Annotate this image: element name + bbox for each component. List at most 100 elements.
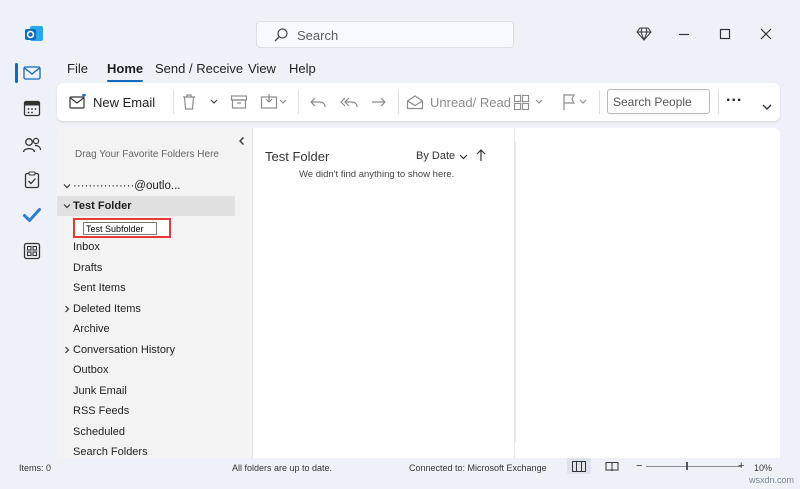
zoom-out-button[interactable]: − — [636, 460, 642, 472]
folder-scheduled[interactable]: Scheduled — [57, 422, 235, 442]
diamond-icon[interactable] — [636, 26, 652, 42]
chevron-right-icon[interactable] — [57, 305, 73, 313]
people-icon — [22, 137, 42, 153]
ribbon-separator — [298, 90, 299, 114]
sort-direction-arrow-icon[interactable] — [475, 148, 487, 162]
title-search-box[interactable] — [256, 21, 514, 48]
folder-junk-email[interactable]: Junk Email — [57, 381, 235, 401]
normal-view-button[interactable] — [567, 458, 591, 474]
reply-icon[interactable] — [309, 92, 327, 112]
ribbon-separator — [173, 90, 174, 114]
folder-label: Search Folders — [73, 446, 148, 458]
folder-label: Scheduled — [73, 426, 125, 438]
zoom-level: 10% — [754, 463, 773, 473]
folder-test-folder[interactable]: Test Folder — [57, 196, 235, 216]
chevron-down-icon[interactable] — [761, 97, 773, 117]
zoom-slider-thumb[interactable] — [686, 462, 688, 470]
folder-search-folders[interactable]: Search Folders — [57, 442, 235, 458]
flag-icon[interactable] — [561, 92, 591, 112]
collapse-pane-icon[interactable] — [237, 136, 247, 146]
more-options-button[interactable]: ... — [726, 87, 742, 107]
zoom-in-button[interactable]: + — [738, 460, 744, 472]
status-bar: Items: 0 All folders are up to date. Con… — [0, 458, 800, 489]
folder-label: RSS Feeds — [73, 405, 130, 417]
folder-label: Sent Items — [73, 282, 126, 294]
sort-by-label: By Date — [416, 150, 456, 162]
ribbon-separator — [599, 90, 600, 114]
chevron-down-icon[interactable] — [57, 202, 73, 210]
zoom-slider[interactable] — [646, 466, 741, 467]
folder-label: Archive — [73, 323, 110, 335]
minimize-icon[interactable] — [676, 26, 692, 42]
folder-pane: Drag Your Favorite Folders Here ········… — [57, 128, 252, 458]
folder-label: Conversation History — [73, 344, 176, 356]
unread-read-label: Unread/ Read — [430, 94, 511, 110]
folder-label: Inbox — [73, 241, 100, 253]
new-folder-name-input[interactable] — [83, 222, 157, 235]
new-email-label: New Email — [93, 94, 156, 110]
folder-label: Drafts — [73, 262, 103, 274]
message-list-title: Test Folder — [265, 149, 330, 164]
title-bar — [0, 0, 800, 58]
unread-read-button[interactable]: Unread/ Read — [406, 92, 511, 112]
nav-tasks[interactable] — [16, 166, 48, 194]
reading-view-icon — [605, 461, 619, 471]
reply-all-icon[interactable] — [339, 92, 359, 112]
rename-highlight — [73, 218, 171, 238]
new-email-button[interactable]: New Email — [69, 92, 155, 112]
account-row[interactable]: ················@outlo... — [57, 176, 235, 196]
forward-icon[interactable] — [370, 92, 388, 112]
empty-folder-message: We didn't find anything to show here. — [299, 169, 455, 180]
chevron-down-icon[interactable] — [209, 92, 219, 112]
move-icon[interactable] — [260, 92, 288, 112]
tab-home[interactable]: Home — [107, 61, 144, 82]
folder-deleted-items[interactable]: Deleted Items — [57, 299, 235, 319]
chevron-right-icon[interactable] — [57, 346, 73, 354]
sort-by-dropdown[interactable]: By Date — [416, 150, 468, 162]
calendar-icon — [23, 100, 41, 117]
main-panel: Drag Your Favorite Folders Here ········… — [57, 128, 780, 458]
watermark: wsxdn.com — [748, 475, 794, 485]
account-name: ················@outlo... — [73, 180, 181, 192]
nav-apps[interactable] — [16, 237, 48, 265]
ribbon-separator — [718, 90, 719, 114]
reading-view-button[interactable] — [600, 458, 624, 474]
folder-outbox[interactable]: Outbox — [57, 360, 235, 380]
tab-view[interactable]: View — [248, 61, 276, 76]
nav-mail[interactable] — [15, 59, 48, 87]
folder-label: Deleted Items — [73, 303, 141, 315]
tab-help[interactable]: Help — [289, 61, 316, 76]
folder-inbox[interactable]: Inbox — [57, 237, 235, 257]
folder-drafts[interactable]: Drafts — [57, 258, 235, 278]
tab-file[interactable]: File — [67, 61, 88, 76]
folder-label: Junk Email — [73, 385, 127, 397]
tasks-icon — [24, 171, 40, 189]
reading-pane — [516, 128, 780, 458]
search-icon — [274, 28, 288, 42]
folder-archive[interactable]: Archive — [57, 319, 235, 339]
sync-status: All folders are up to date. — [232, 463, 333, 473]
ribbon: New Email Unread/ Read Search People ... — [57, 83, 780, 121]
folder-sent-items[interactable]: Sent Items — [57, 278, 235, 298]
categorize-icon[interactable] — [513, 92, 547, 112]
new-mail-icon — [69, 94, 86, 109]
nav-calendar[interactable] — [16, 94, 48, 122]
mail-icon — [23, 66, 41, 80]
maximize-icon[interactable] — [717, 26, 733, 42]
delete-icon[interactable] — [181, 92, 197, 112]
archive-icon[interactable] — [230, 92, 248, 112]
search-input[interactable] — [297, 26, 497, 44]
tab-send-receive[interactable]: Send / Receive — [155, 61, 243, 76]
normal-view-icon — [572, 460, 586, 472]
close-icon[interactable] — [758, 26, 774, 42]
connection-status: Connected to: Microsoft Exchange — [409, 463, 547, 473]
folder-conversation-history[interactable]: Conversation History — [57, 340, 235, 360]
outlook-window: File Home Send / Receive View Help New E… — [0, 0, 800, 489]
search-people-input[interactable] — [607, 89, 710, 114]
folder-rss-feeds[interactable]: RSS Feeds — [57, 401, 235, 421]
nav-people[interactable] — [16, 131, 48, 159]
nav-todo[interactable] — [16, 201, 48, 229]
folder-label: Test Folder — [73, 200, 132, 212]
todo-check-icon — [23, 208, 41, 222]
chevron-down-icon[interactable] — [57, 182, 73, 190]
